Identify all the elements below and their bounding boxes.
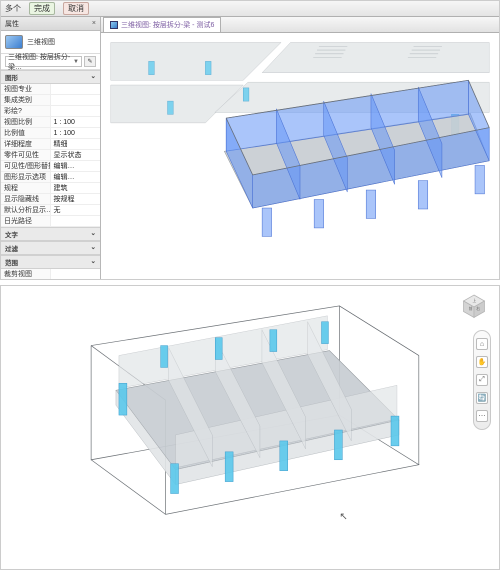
prop-label: 可见性/图形替换 <box>1 161 51 171</box>
scene-top <box>101 33 499 279</box>
prop-row[interactable]: 集成类别 <box>1 95 100 106</box>
svg-text:前: 前 <box>469 306 473 311</box>
prop-label: 显示隐藏线 <box>1 194 51 204</box>
prop-value[interactable]: 建筑 <box>51 183 101 193</box>
prop-value[interactable] <box>51 106 101 116</box>
view3d-icon <box>110 21 118 29</box>
view-type-label: 三维视图 <box>27 37 55 47</box>
prop-row[interactable]: 显示隐藏线按规程 <box>1 194 100 205</box>
close-icon[interactable]: × <box>92 20 96 27</box>
top-panel: 多个 完成 取消 属性 × 三维视图 三维视图: 按层拆分-梁… ▼ ✎ 图形⌄… <box>0 0 500 280</box>
prop-row[interactable]: 视图专业 <box>1 84 100 95</box>
prop-value[interactable]: 编辑… <box>51 161 101 171</box>
prop-value[interactable]: 无 <box>51 205 101 215</box>
prop-label: 图形显示选项 <box>1 172 51 182</box>
prop-group-header[interactable]: 范围⌄ <box>1 255 100 269</box>
properties-title: 属性 <box>5 19 19 29</box>
prop-row[interactable]: 规程建筑 <box>1 183 100 194</box>
prop-label: 视图比例 <box>1 117 51 127</box>
status-multi: 多个 <box>5 3 21 14</box>
tab-3dview[interactable]: 三维视图: 按层拆分-梁 - 测试6 <box>103 17 221 32</box>
prop-row[interactable]: 彩绘? <box>1 106 100 117</box>
bottom-panel: 前 右 上 ⌂ ✋ ⤢ 🔄 ⋯ <box>0 285 500 570</box>
svg-text:上: 上 <box>473 298 477 303</box>
scene-bottom: ↖ <box>1 286 499 569</box>
prop-label: 日光路径 <box>1 216 51 226</box>
tab-label: 三维视图: 按层拆分-梁 - 测试6 <box>121 20 214 30</box>
type-selector-row: 三维视图: 按层拆分-梁… ▼ ✎ <box>1 54 100 70</box>
prop-row[interactable]: 比例值1 : 100 <box>1 128 100 139</box>
view-area: 三维视图: 按层拆分-梁 - 测试6 <box>101 17 499 279</box>
viewcube[interactable]: 前 右 上 <box>459 292 489 322</box>
prop-label: 规程 <box>1 183 51 193</box>
prop-row[interactable]: 零件可见性显示状态 <box>1 150 100 161</box>
properties-palette: 属性 × 三维视图 三维视图: 按层拆分-梁… ▼ ✎ 图形⌄视图专业集成类别彩… <box>1 17 101 279</box>
prop-value[interactable]: 精细 <box>51 139 101 149</box>
chevron-down-icon: ▼ <box>73 59 79 65</box>
prop-label: 零件可见性 <box>1 150 51 160</box>
prop-row[interactable]: 日光路径 <box>1 216 100 227</box>
edit-type-button[interactable]: ✎ <box>84 56 96 67</box>
prop-value[interactable] <box>51 95 101 105</box>
cancel-button[interactable]: 取消 <box>63 2 89 15</box>
viewport-top[interactable] <box>101 33 499 279</box>
type-selector[interactable]: 三维视图: 按层拆分-梁… ▼ <box>5 56 82 67</box>
nav-pan-icon[interactable]: ✋ <box>476 356 488 368</box>
finish-button[interactable]: 完成 <box>29 2 55 15</box>
prop-value[interactable] <box>51 216 101 226</box>
prop-row[interactable]: 裁剪视图 <box>1 269 100 279</box>
svg-text:右: 右 <box>476 306 480 311</box>
prop-label: 默认分析显示… <box>1 205 51 215</box>
property-grid[interactable]: 图形⌄视图专业集成类别彩绘?视图比例1 : 100比例值1 : 100详细程度精… <box>1 70 100 279</box>
prop-row[interactable]: 默认分析显示…无 <box>1 205 100 216</box>
nav-orbit-icon[interactable]: 🔄 <box>476 392 488 404</box>
properties-titlebar: 属性 × <box>1 17 100 31</box>
prop-row[interactable]: 详细程度精细 <box>1 139 100 150</box>
prop-row[interactable]: 视图比例1 : 100 <box>1 117 100 128</box>
nav-bar[interactable]: ⌂ ✋ ⤢ 🔄 ⋯ <box>473 330 491 430</box>
type-selector-text: 三维视图: 按层拆分-梁… <box>8 52 73 72</box>
prop-value[interactable]: 编辑… <box>51 172 101 182</box>
prop-row[interactable]: 图形显示选项编辑… <box>1 172 100 183</box>
prop-value[interactable] <box>51 269 101 279</box>
prop-label: 比例值 <box>1 128 51 138</box>
prop-value[interactable] <box>51 84 101 94</box>
prop-value[interactable]: 1 : 100 <box>51 117 101 127</box>
prop-row[interactable]: 可见性/图形替换编辑… <box>1 161 100 172</box>
prop-value[interactable]: 1 : 100 <box>51 128 101 138</box>
nav-home-icon[interactable]: ⌂ <box>476 338 488 350</box>
view-tabbar: 三维视图: 按层拆分-梁 - 测试6 <box>101 17 499 33</box>
prop-group-header[interactable]: 过滤⌄ <box>1 241 100 255</box>
prop-group-header[interactable]: 图形⌄ <box>1 70 100 84</box>
nav-zoom-icon[interactable]: ⤢ <box>476 374 488 386</box>
cursor-icon: ↖ <box>339 511 347 522</box>
context-toolbar: 多个 完成 取消 <box>1 1 499 17</box>
prop-label: 裁剪视图 <box>1 269 51 279</box>
viewport-bottom[interactable]: 前 右 上 ⌂ ✋ ⤢ 🔄 ⋯ <box>1 286 499 569</box>
prop-label: 详细程度 <box>1 139 51 149</box>
prop-value[interactable]: 显示状态 <box>51 150 101 160</box>
prop-group-header[interactable]: 文字⌄ <box>1 227 100 241</box>
prop-value[interactable]: 按规程 <box>51 194 101 204</box>
prop-label: 视图专业 <box>1 84 51 94</box>
prop-label: 集成类别 <box>1 95 51 105</box>
view-thumb-icon <box>5 35 23 49</box>
nav-more-icon[interactable]: ⋯ <box>476 410 488 422</box>
prop-label: 彩绘? <box>1 106 51 116</box>
